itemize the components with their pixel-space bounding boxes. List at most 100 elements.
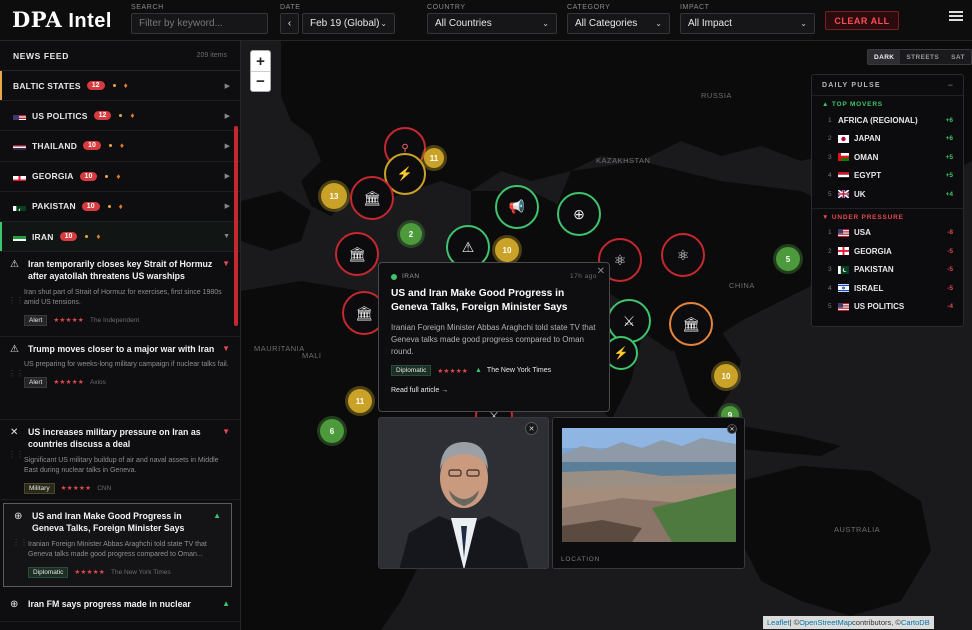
country-group-pakistan[interactable]: PAKISTAN 10 ♦ ▶ — [0, 192, 240, 222]
pulse-row[interactable]: 1 USA -8 — [812, 224, 963, 243]
style-sat-button[interactable]: SAT — [945, 50, 971, 64]
country-filter: COUNTRY All Countries ⌄ — [427, 4, 557, 34]
news-article[interactable]: ⚠ Iran temporarily closes key Strait of … — [0, 252, 240, 338]
impact-dot — [119, 114, 123, 118]
alert-icon: ⚠ — [10, 344, 19, 356]
collapse-arrow-icon[interactable]: ▼ — [223, 233, 230, 240]
country-group-us-politics[interactable]: US POLITICS 12 ♦ ▶ — [0, 101, 240, 132]
alert-icon: ⚠ — [461, 238, 475, 255]
openstreetmap-link[interactable]: OpenStreetMap — [799, 618, 852, 627]
date-select[interactable]: Feb 19 (Global) ⌄ — [302, 13, 395, 34]
world-map[interactable]: RUSSIA KAZAKHSTAN CHINA MAURITANIA MALI … — [241, 41, 972, 630]
country-group-baltic-states[interactable]: BALTIC STATES 12 ♦ ▶ — [0, 71, 240, 102]
close-location-button[interactable]: ✕ — [727, 424, 737, 434]
map-marker-nuclear[interactable]: ⚛ — [661, 233, 705, 277]
expand-arrow-icon[interactable]: ▶ — [225, 202, 230, 210]
article-description: Iran shut part of Strait of Hormuz for e… — [24, 288, 222, 307]
region-name: USA — [854, 228, 871, 238]
date-label: DATE — [280, 4, 301, 11]
pulse-row[interactable]: 3 PAKISTAN -5 — [812, 261, 963, 280]
atom-icon: ⚛ — [676, 246, 690, 263]
drag-handle-icon[interactable]: ⋮⋮ — [8, 450, 24, 459]
pulse-row[interactable]: 2 JAPAN +6 — [812, 130, 963, 149]
expand-arrow-icon[interactable]: ▶ — [225, 112, 230, 120]
person-photo — [379, 418, 548, 568]
rank: 1 — [828, 116, 832, 124]
pulse-row[interactable]: 2 GEORGIA -5 — [812, 242, 963, 261]
map-marker-government[interactable]: 🏛 — [350, 176, 394, 220]
location-image — [562, 428, 736, 542]
drag-handle-icon[interactable]: ⋮⋮ — [8, 296, 24, 305]
country-group-georgia[interactable]: GEORGIA 10 ♦ ▶ — [0, 162, 240, 192]
category-tag[interactable]: Military — [24, 482, 55, 494]
pulse-row[interactable]: 5 US POLITICS -4 — [812, 298, 963, 317]
article-title: Trump moves closer to a major war with I… — [28, 344, 215, 355]
read-full-article-link[interactable]: Read full article → — [391, 387, 597, 394]
count-badge: 10 — [83, 141, 101, 151]
category-tag[interactable]: Alert — [24, 314, 48, 326]
score-change: +6 — [945, 135, 953, 143]
leaflet-link[interactable]: Leaflet — [767, 618, 790, 627]
style-dark-button[interactable]: DARK — [868, 50, 901, 64]
article-title: Iran temporarily closes key Strait of Ho… — [28, 259, 213, 282]
country-select[interactable]: All Countries ⌄ — [427, 13, 557, 34]
impact-dot — [112, 84, 116, 88]
marker-cluster[interactable]: 11 — [348, 389, 372, 413]
marker-cluster[interactable]: 11 — [424, 148, 444, 168]
pakistan-flag-icon — [13, 202, 26, 211]
map-marker-diplomatic[interactable]: ⊕ — [557, 192, 601, 236]
marker-cluster[interactable]: 6 — [320, 419, 344, 443]
country-group-thailand[interactable]: THAILAND 10 ♦ ▶ — [0, 131, 240, 162]
close-photo-button[interactable]: ✕ — [525, 422, 538, 435]
news-article[interactable]: ⊕ Iran FM says progress made in nuclear … — [0, 592, 240, 623]
search-input[interactable]: Filter by keyword... — [131, 13, 268, 34]
app-logo[interactable]: DPA Intel — [12, 7, 112, 33]
category-tag[interactable]: Alert — [24, 376, 48, 388]
georgia-flag-icon — [838, 247, 849, 256]
government-building-icon: 🏛 — [363, 189, 381, 206]
marker-cluster[interactable]: 13 — [321, 183, 347, 209]
category-tag[interactable]: Diplomatic — [28, 566, 69, 578]
date-prev-button[interactable]: ‹ — [280, 13, 299, 34]
map-marker-government[interactable]: 🏛 — [335, 232, 379, 276]
map-marker-announcement[interactable]: 📢 — [495, 185, 539, 229]
marker-cluster[interactable]: 10 — [714, 364, 738, 388]
pulse-row[interactable]: 5 UK +4 — [812, 185, 963, 204]
category-tag[interactable]: Diplomatic — [391, 365, 432, 377]
drag-handle-icon[interactable]: ⋮⋮ — [12, 538, 28, 547]
close-icon[interactable]: ✕ — [597, 266, 605, 277]
clear-all-button[interactable]: CLEAR ALL — [825, 11, 899, 30]
marker-cluster[interactable]: 10 — [495, 238, 519, 262]
drag-handle-icon[interactable]: ⋮⋮ — [8, 369, 24, 378]
count-badge: 12 — [86, 81, 105, 91]
news-article[interactable]: ⚠ Trump moves closer to a major war with… — [0, 337, 240, 421]
expand-arrow-icon[interactable]: ▶ — [225, 142, 230, 150]
zoom-out-button[interactable]: − — [251, 71, 270, 91]
article-meta: Military ★★★★★ CNN — [24, 482, 230, 494]
pulse-row[interactable]: 4 EGYPT +5 — [812, 167, 963, 186]
minimize-button[interactable]: − — [948, 80, 953, 90]
rank: 5 — [828, 190, 832, 198]
pulse-row[interactable]: 1 AFRICA (REGIONAL) +6 — [812, 111, 963, 130]
category-select[interactable]: All Categories ⌄ — [567, 13, 670, 34]
region-name: JAPAN — [854, 134, 881, 144]
news-article-selected[interactable]: ⊕ US and Iran Make Good Progress in Gene… — [3, 503, 232, 588]
country-group-iran[interactable]: IRAN 10 ♦ ▼ — [0, 221, 240, 253]
hamburger-menu-icon[interactable] — [948, 9, 972, 33]
marker-cluster[interactable]: 2 — [400, 223, 422, 245]
count-badge: 10 — [81, 201, 100, 211]
map-marker-government[interactable]: 🏛 — [669, 302, 713, 346]
expand-arrow-icon[interactable]: ▶ — [225, 172, 230, 180]
pulse-row[interactable]: 3 OMAN +5 — [812, 148, 963, 167]
style-streets-button[interactable]: STREETS — [900, 50, 945, 64]
sidebar-scrollbar[interactable] — [234, 126, 238, 326]
expand-arrow-icon[interactable]: ▶ — [225, 82, 230, 90]
zoom-in-button[interactable]: + — [251, 51, 270, 71]
pulse-row[interactable]: 4 ISRAEL -5 — [812, 279, 963, 298]
news-article[interactable]: ✕ US increases military pressure on Iran… — [0, 420, 240, 501]
marker-cluster[interactable]: 5 — [776, 247, 800, 271]
cartodb-link[interactable]: CartoDB — [901, 618, 930, 627]
impact-select[interactable]: All Impact ⌄ — [680, 13, 815, 34]
country-name: BALTIC STATES — [13, 80, 81, 91]
news-feed-header: NEWS FEED 209 items — [0, 41, 240, 71]
